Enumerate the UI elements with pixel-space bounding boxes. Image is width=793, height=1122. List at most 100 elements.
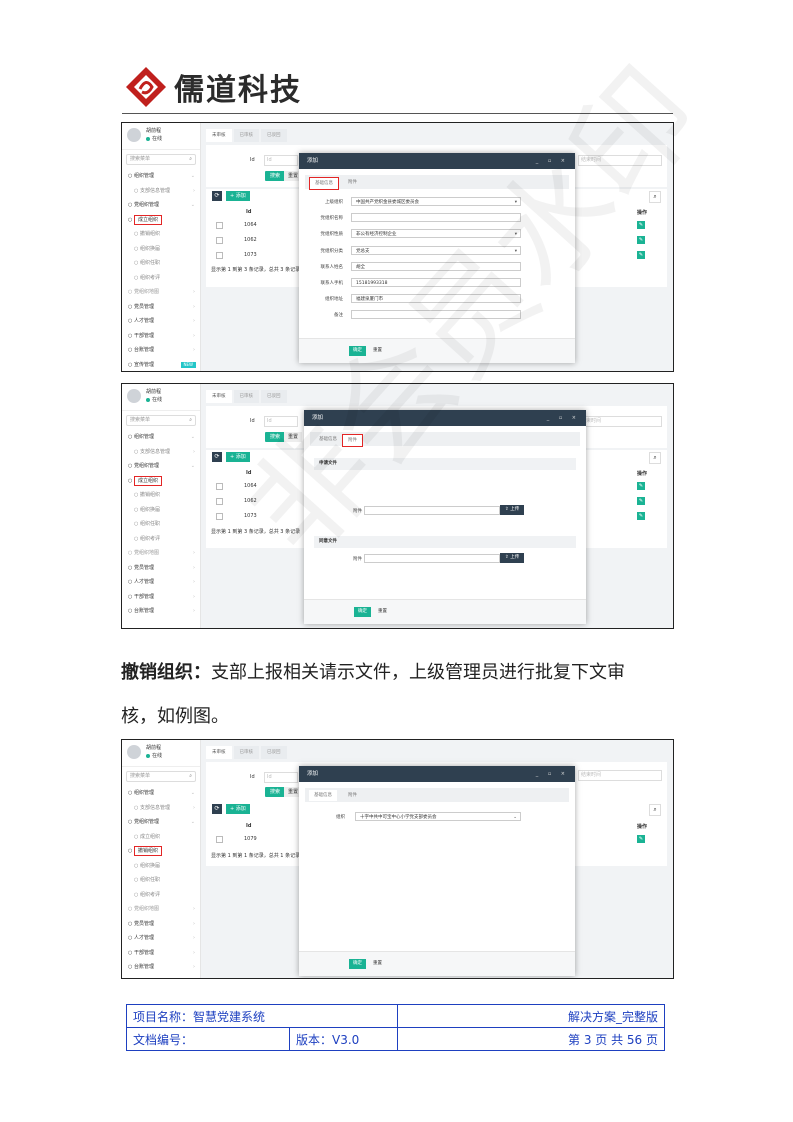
toggle-search-button[interactable]: ⌕ <box>649 191 661 203</box>
menu-search-input[interactable]: 搜索菜单 ⌕ <box>126 415 196 426</box>
confirm-button[interactable]: 确定 <box>349 959 366 969</box>
sidebar-item[interactable]: ○ 党组织管理 ⌄ <box>122 815 200 830</box>
menu-search-input[interactable]: 搜索菜单 ⌕ <box>126 771 196 782</box>
end-time-input[interactable]: 结束时间 <box>578 155 662 166</box>
search-button[interactable]: 搜索 <box>265 171 286 181</box>
sidebar-item[interactable]: ○ 成立组织 <box>122 830 200 845</box>
sidebar-item[interactable]: ○ 人才管理 › <box>122 575 200 590</box>
sidebar-item[interactable]: ○ 成立组织 <box>122 213 200 228</box>
sidebar-item[interactable]: ○ 党员管理 › <box>122 300 200 315</box>
sidebar-item[interactable]: ○ 干部管理 › <box>122 946 200 961</box>
tab-basic-info[interactable]: 基础信息 <box>314 434 342 445</box>
sidebar-item[interactable]: ○ 组织换届 <box>122 503 200 518</box>
sidebar-item[interactable]: ○ 组织换届 <box>122 242 200 257</box>
tab-approved[interactable]: 已审核 <box>233 129 259 142</box>
sidebar-item[interactable]: ○ 干部管理 › <box>122 329 200 344</box>
sidebar-item[interactable]: ○ 党组织管理 ⌄ <box>122 198 200 213</box>
sidebar-item[interactable]: ○ 撤销组织 <box>122 227 200 242</box>
tab-attachment[interactable]: 附件 <box>343 790 362 801</box>
field-input[interactable]: 15181993318 <box>351 278 521 287</box>
refresh-button[interactable]: ⟳ <box>212 452 222 462</box>
apply-file-input[interactable] <box>364 506 500 515</box>
row-checkbox[interactable] <box>216 836 223 843</box>
field-select[interactable]: 中国共产党织金县委城区委员会 ▾ <box>351 197 521 206</box>
field-select[interactable]: 党总支 ▾ <box>351 245 521 255</box>
field-input[interactable]: 福建泉厦门市 <box>351 294 521 304</box>
reset-button[interactable]: 重置 <box>284 432 303 442</box>
confirm-button[interactable]: 确定 <box>349 346 366 356</box>
edit-icon[interactable]: ✎ <box>637 221 645 229</box>
sidebar-item[interactable]: ○ 组织考评 <box>122 271 200 286</box>
tab-basic-info[interactable]: 基础信息 <box>309 177 339 190</box>
tab-rejected[interactable]: 已驳回 <box>261 129 287 142</box>
search-button[interactable]: 搜索 <box>265 432 286 442</box>
sidebar-item[interactable]: ○ 党组织地图 › <box>122 902 200 917</box>
tab-pending[interactable]: 未审核 <box>206 129 232 142</box>
tab-pending[interactable]: 未审核 <box>206 746 232 759</box>
sidebar-item[interactable]: ○ 组织任职 <box>122 517 200 532</box>
query-id-input[interactable]: Id <box>264 772 298 783</box>
approve-upload-button[interactable]: ⇪ 上传 <box>500 553 525 563</box>
refresh-button[interactable]: ⟳ <box>212 804 222 814</box>
sidebar-item[interactable]: ○ 党员管理 › <box>122 917 200 932</box>
modal-reset-button[interactable]: 重置 <box>374 607 391 617</box>
tab-rejected[interactable]: 已驳回 <box>261 746 287 759</box>
tab-rejected[interactable]: 已驳回 <box>261 390 287 403</box>
sidebar-item[interactable]: ○ 支部信息管理 › <box>122 445 200 460</box>
apply-upload-button[interactable]: ⇪ 上传 <box>500 505 525 515</box>
sidebar-item[interactable]: ○ 支部信息管理 › <box>122 801 200 816</box>
row-checkbox[interactable] <box>216 513 223 520</box>
sidebar-item[interactable]: ○ 宣传管理 NEW <box>122 358 200 372</box>
sidebar-item[interactable]: ○ 组织考评 <box>122 888 200 903</box>
add-button[interactable]: + 添加 <box>226 452 250 462</box>
refresh-button[interactable]: ⟳ <box>212 191 222 201</box>
sidebar-item[interactable]: ○ 组织任职 <box>122 256 200 271</box>
sidebar-item[interactable]: ○ 党组织地图 › <box>122 546 200 561</box>
query-id-input[interactable]: Id <box>264 416 298 427</box>
sidebar-item[interactable]: ○ 党组织地图 › <box>122 285 200 300</box>
field-input[interactable]: 胡全 <box>351 261 521 271</box>
avatar[interactable] <box>127 128 141 142</box>
edit-icon[interactable]: ✎ <box>637 251 645 259</box>
row-checkbox[interactable] <box>216 498 223 505</box>
tab-attachment[interactable]: 附件 <box>342 434 363 447</box>
edit-icon[interactable]: ✎ <box>637 835 645 843</box>
field-input[interactable] <box>351 310 521 320</box>
edit-icon[interactable]: ✎ <box>637 482 645 490</box>
field-input[interactable] <box>351 213 521 223</box>
row-checkbox[interactable] <box>216 237 223 244</box>
row-checkbox[interactable] <box>216 222 223 229</box>
edit-icon[interactable]: ✎ <box>637 497 645 505</box>
sidebar-item[interactable]: ○ 撤销组织 <box>122 844 200 859</box>
modal-reset-button[interactable]: 重置 <box>369 959 386 969</box>
approve-file-input[interactable] <box>364 554 500 563</box>
tab-attachment[interactable]: 附件 <box>343 177 362 188</box>
tab-basic-info[interactable]: 基础信息 <box>309 790 337 801</box>
end-time-input[interactable]: 结束时间 <box>578 770 662 781</box>
sidebar-item[interactable]: ○ 组织换届 <box>122 859 200 874</box>
toggle-search-button[interactable]: ⌕ <box>649 452 661 464</box>
edit-icon[interactable]: ✎ <box>637 512 645 520</box>
sidebar-item[interactable]: ○ 台账管理 › <box>122 604 200 619</box>
sidebar-item[interactable]: ○ 成立组织 <box>122 474 200 489</box>
sidebar-item[interactable]: ○ 党员管理 › <box>122 561 200 576</box>
add-button[interactable]: + 添加 <box>226 804 250 814</box>
sidebar-item[interactable]: ○ 干部管理 › <box>122 590 200 605</box>
sidebar-item[interactable]: ○ 组织任职 <box>122 873 200 888</box>
sidebar-item[interactable]: ○ 人才管理 › <box>122 314 200 329</box>
sidebar-item[interactable]: ○ 党组织管理 ⌄ <box>122 459 200 474</box>
field-select[interactable]: 非公有经济控制企业 ▾ <box>351 229 521 239</box>
tab-pending[interactable]: 未审核 <box>206 390 232 403</box>
query-id-input[interactable]: Id <box>264 155 298 166</box>
org-select[interactable]: 十字中共中可宝中心小学党支部委员会 ⌄ <box>355 812 521 821</box>
sidebar-item[interactable]: ○ 组织考评 <box>122 532 200 547</box>
avatar[interactable] <box>127 389 141 403</box>
sidebar-item[interactable]: ○ 组织管理 ⌄ <box>122 169 200 184</box>
sidebar-item[interactable]: ○ 台账管理 › <box>122 343 200 358</box>
search-button[interactable]: 搜索 <box>265 787 286 797</box>
toggle-search-button[interactable]: ⌕ <box>649 804 661 816</box>
confirm-button[interactable]: 确定 <box>354 607 371 617</box>
tab-approved[interactable]: 已审核 <box>233 390 259 403</box>
edit-icon[interactable]: ✎ <box>637 236 645 244</box>
avatar[interactable] <box>127 745 141 759</box>
